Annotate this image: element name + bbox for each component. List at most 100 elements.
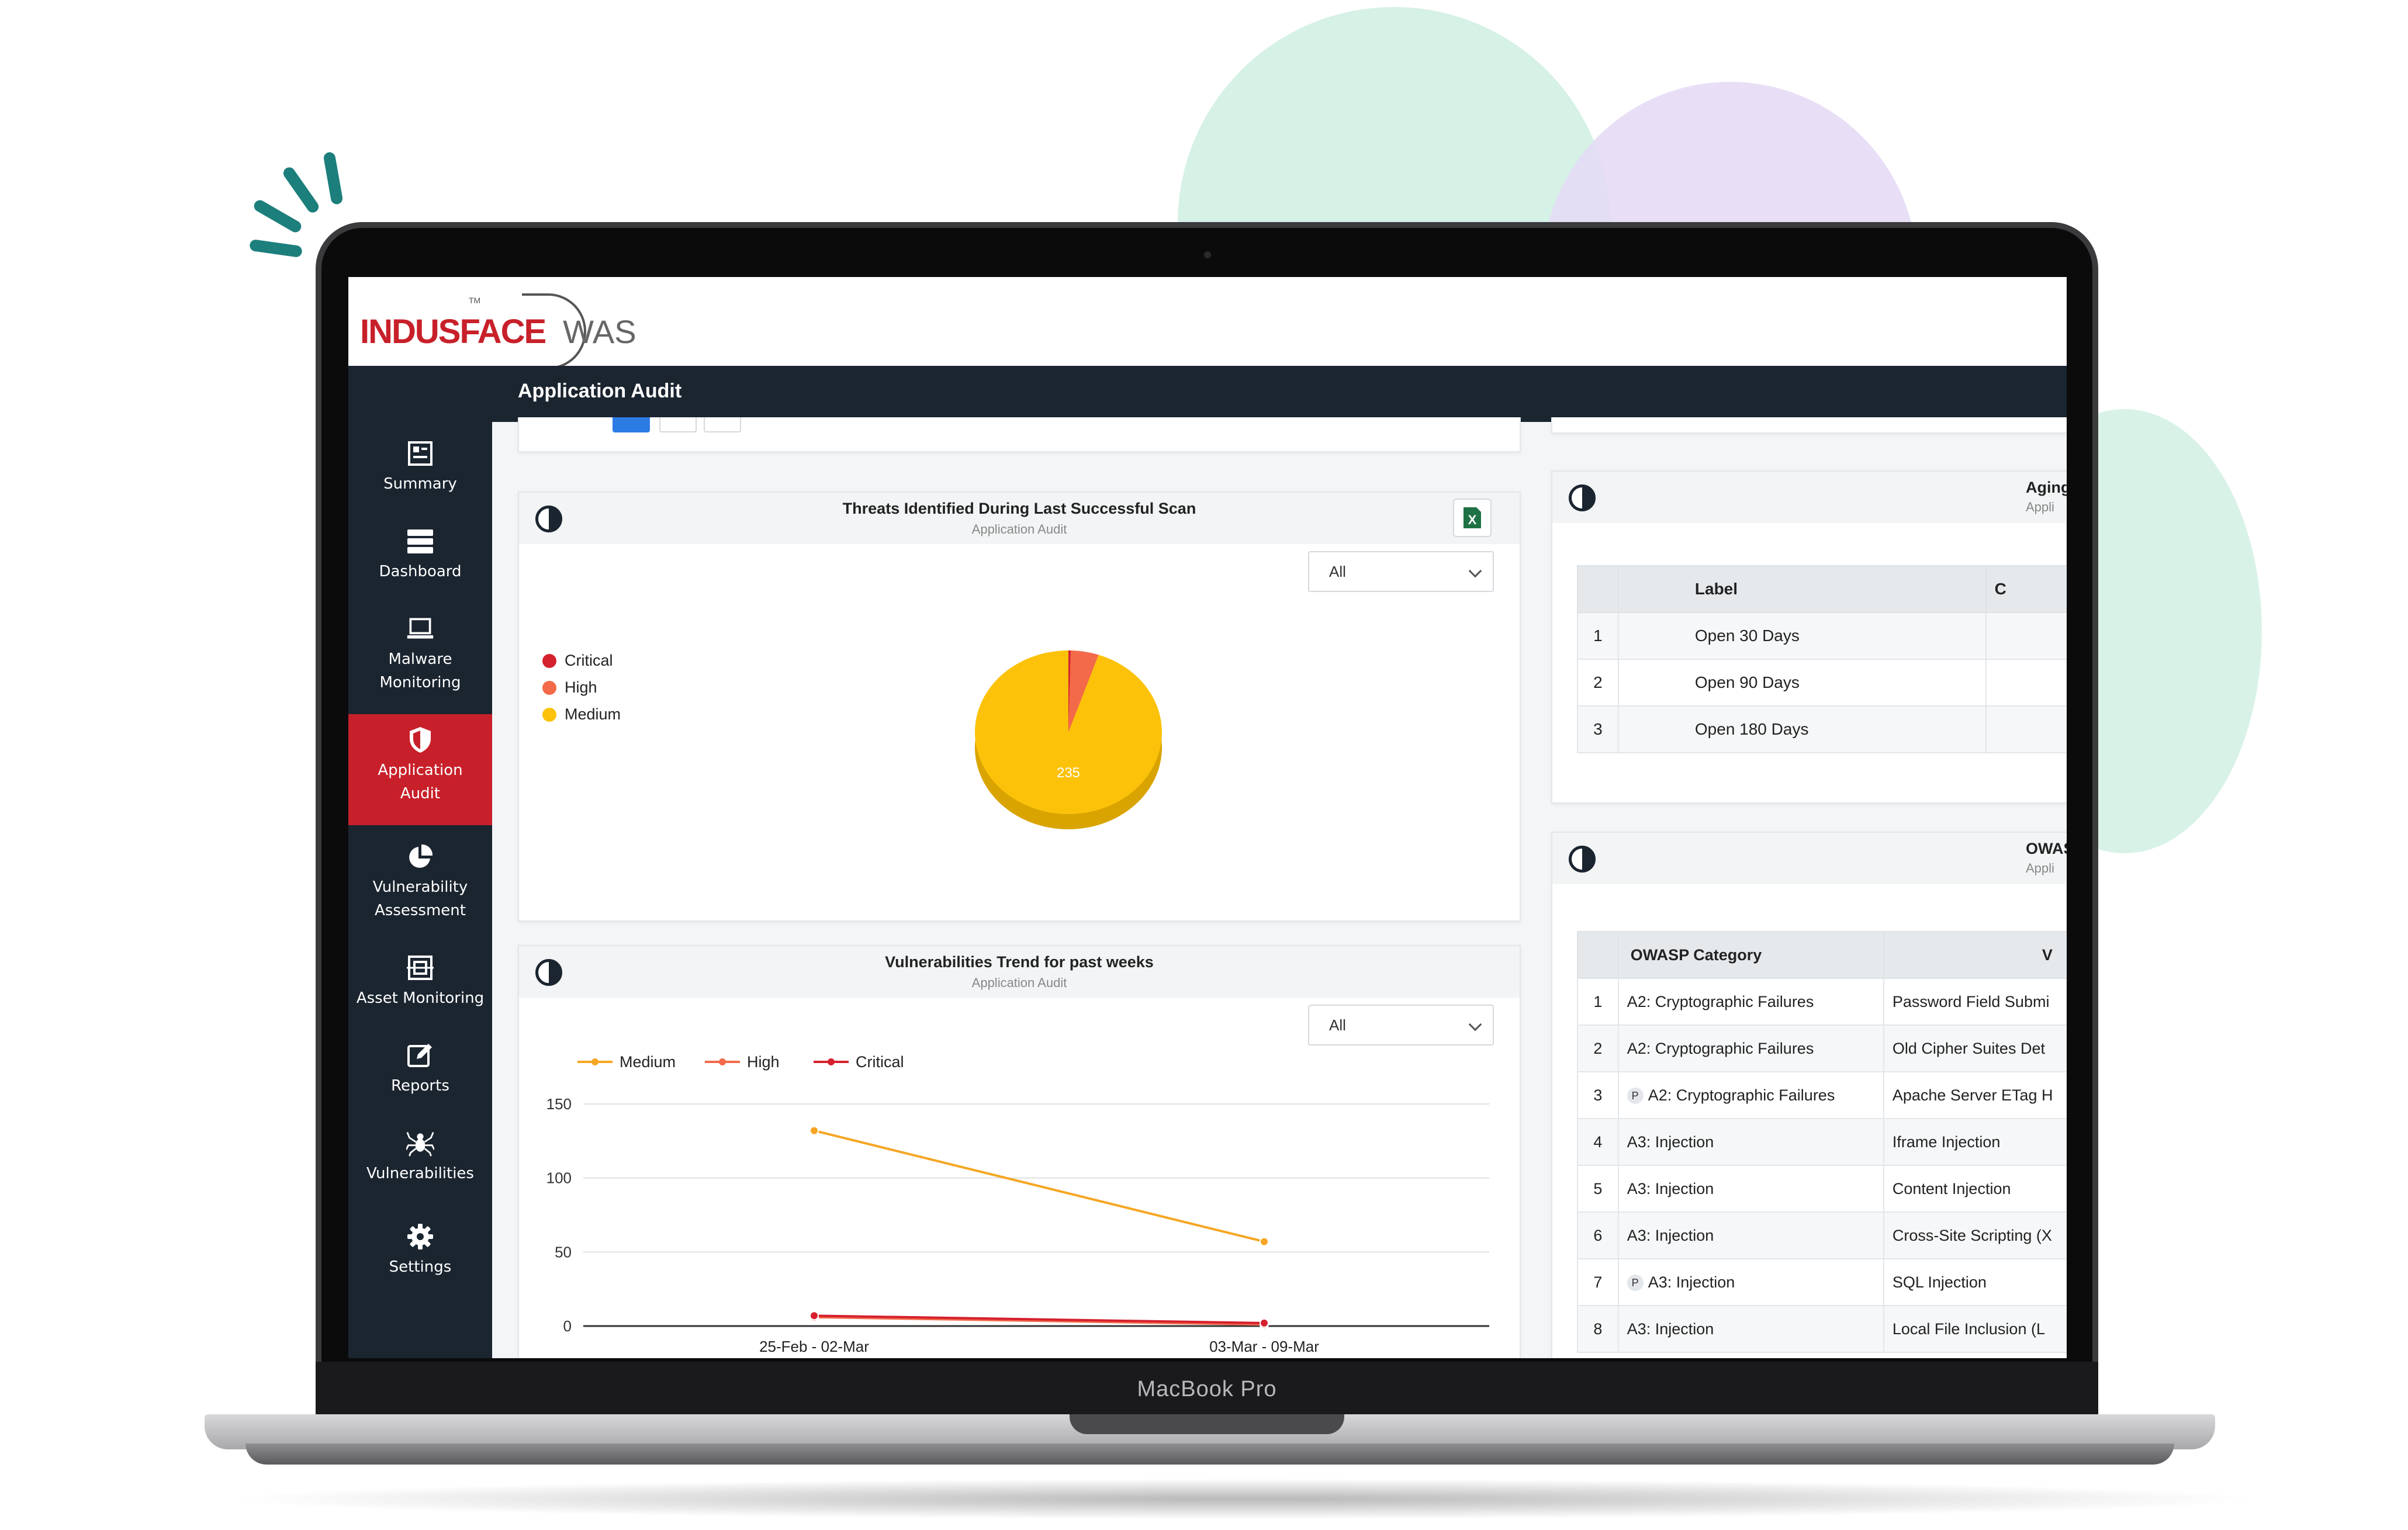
- data-point-critical[interactable]: [809, 1311, 819, 1321]
- sidebar-item-label: Vulnerabilities: [366, 1165, 474, 1182]
- marketing-stage: MacBook Pro INDUSFACE WAS TM Application…: [0, 0, 2408, 1530]
- legend-item-medium[interactable]: Medium: [542, 705, 621, 724]
- table-row[interactable]: 3 P A2: Cryptographic Failures Apache Serve…: [1577, 1071, 2067, 1119]
- owasp-category-cell: A3: Injection: [1617, 1118, 1884, 1166]
- legend-item-critical[interactable]: Critical: [814, 1053, 904, 1071]
- owasp-category-text: A3: Injection: [1627, 1133, 1714, 1151]
- legend-label: Critical: [856, 1053, 904, 1071]
- sidebar-item-dashboard[interactable]: Dashboard: [348, 515, 492, 597]
- legend-item-medium[interactable]: Medium: [577, 1053, 676, 1071]
- y-tick-label: 0: [563, 1317, 572, 1335]
- decor-spark-line: [249, 238, 303, 258]
- row-number: 4: [1577, 1118, 1619, 1166]
- chevron-down-icon: [1468, 1017, 1482, 1031]
- owasp-card: OWAS Appli OWASP Category V 1 A2: Cryptog…: [1551, 832, 2067, 1358]
- owasp-category-text: A3: Injection: [1627, 1226, 1714, 1244]
- pagination-page-button[interactable]: [704, 417, 741, 432]
- decor-spark-line: [323, 151, 344, 206]
- table-row[interactable]: 8 A3: Injection Local File Inclusion (L: [1577, 1305, 2067, 1353]
- summary-icon: [406, 439, 434, 468]
- owasp-category-cell: P A3: Injection: [1617, 1258, 1884, 1306]
- table-row[interactable]: 5 A3: Injection Content Injection: [1577, 1165, 2067, 1213]
- vulnerability-cell: Apache Server ETag H: [1883, 1071, 2067, 1119]
- card-header: OWAS Appli: [1552, 833, 2067, 884]
- legend-label: High: [747, 1053, 780, 1071]
- card-title: OWAS: [2026, 840, 2067, 857]
- threats-filter-select[interactable]: All: [1308, 551, 1494, 592]
- row-number: 8: [1577, 1305, 1619, 1353]
- card-subtitle: Appli: [2026, 861, 2054, 875]
- select-value: All: [1329, 562, 1346, 580]
- logo-text: INDUSFACE: [360, 312, 546, 351]
- legend-label: Medium: [620, 1053, 676, 1071]
- sidebar-item-label: Settings: [389, 1258, 452, 1276]
- table-row[interactable]: 2 A2: Cryptographic Failures Old Cipher Su…: [1577, 1024, 2067, 1072]
- sidebar-item-label: Application Audit: [378, 761, 463, 802]
- table-row[interactable]: 6 A3: Injection Cross-Site Scripting (X: [1577, 1211, 2067, 1259]
- table-header-row: OWASP Category V: [1577, 931, 2067, 979]
- legend-item-high[interactable]: High: [705, 1053, 780, 1071]
- table-row[interactable]: 4 A3: Injection Iframe Injection: [1577, 1118, 2067, 1166]
- column-header[interactable]: Label: [1617, 565, 1987, 613]
- row-number: 2: [1577, 1024, 1619, 1072]
- owasp-category-cell: A3: Injection: [1617, 1305, 1884, 1353]
- card-subtitle: Appli: [2026, 500, 2054, 514]
- laptop-base-bottom: [245, 1444, 2174, 1465]
- edit-icon: [406, 1041, 434, 1069]
- table-row[interactable]: 1 A2: Cryptographic Failures Password Fiel…: [1577, 978, 2067, 1026]
- decor-spark-line: [252, 198, 303, 235]
- sidebar-item-summary[interactable]: Summary: [348, 428, 492, 510]
- vulnerability-cell: Content Injection: [1883, 1165, 2067, 1213]
- sidebar-item-asset-monitoring[interactable]: Asset Monitoring: [348, 942, 492, 1024]
- table-row[interactable]: 1 Open 30 Days: [1577, 612, 2067, 660]
- laptop-chin: MacBook Pro: [316, 1362, 2098, 1417]
- row-number: 7: [1577, 1258, 1619, 1306]
- top-bar: INDUSFACE WAS TM: [348, 277, 2067, 369]
- sidebar-item-vulnerability-assessment[interactable]: Vulnerability Assessment: [348, 831, 492, 936]
- series-line-medium[interactable]: [814, 1129, 1265, 1243]
- contrast-toggle-icon[interactable]: [1569, 484, 1596, 511]
- sidebar-item-settings[interactable]: Settings: [348, 1211, 492, 1293]
- aging-card: Aging Appli Label C 1 Open 30 Days 2 Ope…: [1551, 470, 2067, 804]
- column-header[interactable]: V: [1883, 931, 2067, 979]
- legend-swatch: [542, 707, 556, 722]
- laptop-shadow: [222, 1479, 2268, 1519]
- sidebar-item-label: Asset Monitoring: [356, 989, 485, 1007]
- pie-icon: [406, 843, 434, 871]
- pie-slice-medium[interactable]: [975, 650, 1162, 814]
- legend-marker: [828, 1058, 835, 1065]
- data-point-critical[interactable]: [1260, 1318, 1269, 1328]
- row-count: [1985, 705, 2067, 753]
- contrast-toggle-icon[interactable]: [1569, 846, 1596, 873]
- owasp-category-text: A3: Injection: [1627, 1179, 1714, 1197]
- legend-label: Critical: [565, 652, 613, 669]
- data-point-medium[interactable]: [809, 1126, 819, 1136]
- table-row[interactable]: 7 P A3: Injection SQL Injection: [1577, 1258, 2067, 1306]
- row-number: 1: [1577, 978, 1619, 1026]
- row-number: 5: [1577, 1165, 1619, 1213]
- card-header: Vulnerabilities Trend for past weeks App…: [519, 946, 1520, 998]
- pagination-page-button[interactable]: [659, 417, 697, 432]
- spider-icon: [406, 1129, 434, 1157]
- legend-item-critical[interactable]: Critical: [542, 652, 613, 670]
- table-row[interactable]: 3 Open 180 Days: [1577, 705, 2067, 753]
- sidebar-item-vulnerabilities[interactable]: Vulnerabilities: [348, 1117, 492, 1205]
- sidebar-item-reports[interactable]: Reports: [348, 1030, 492, 1112]
- table-row[interactable]: 2 Open 90 Days: [1577, 659, 2067, 707]
- trend-filter-select[interactable]: All: [1308, 1005, 1494, 1046]
- column-header: [1577, 931, 1619, 979]
- sidebar-item-application-audit[interactable]: Application Audit: [348, 714, 492, 825]
- dashboard-icon: [406, 527, 434, 555]
- owasp-category-cell: A2: Cryptographic Failures: [1617, 978, 1884, 1026]
- brand-logo[interactable]: INDUSFACE WAS TM: [360, 293, 636, 369]
- column-header[interactable]: OWASP Category: [1617, 931, 1884, 979]
- chevron-down-icon: [1468, 564, 1482, 578]
- excel-export-button[interactable]: X: [1453, 499, 1492, 537]
- svg-text:X: X: [1468, 513, 1477, 527]
- pagination-page-button[interactable]: [613, 417, 650, 432]
- sidebar-item-malware-monitoring[interactable]: Malware Monitoring: [348, 603, 492, 708]
- device-label: MacBook Pro: [1137, 1377, 1277, 1401]
- column-header[interactable]: C: [1985, 565, 2067, 613]
- legend-item-high[interactable]: High: [542, 679, 597, 697]
- data-point-medium[interactable]: [1260, 1237, 1269, 1247]
